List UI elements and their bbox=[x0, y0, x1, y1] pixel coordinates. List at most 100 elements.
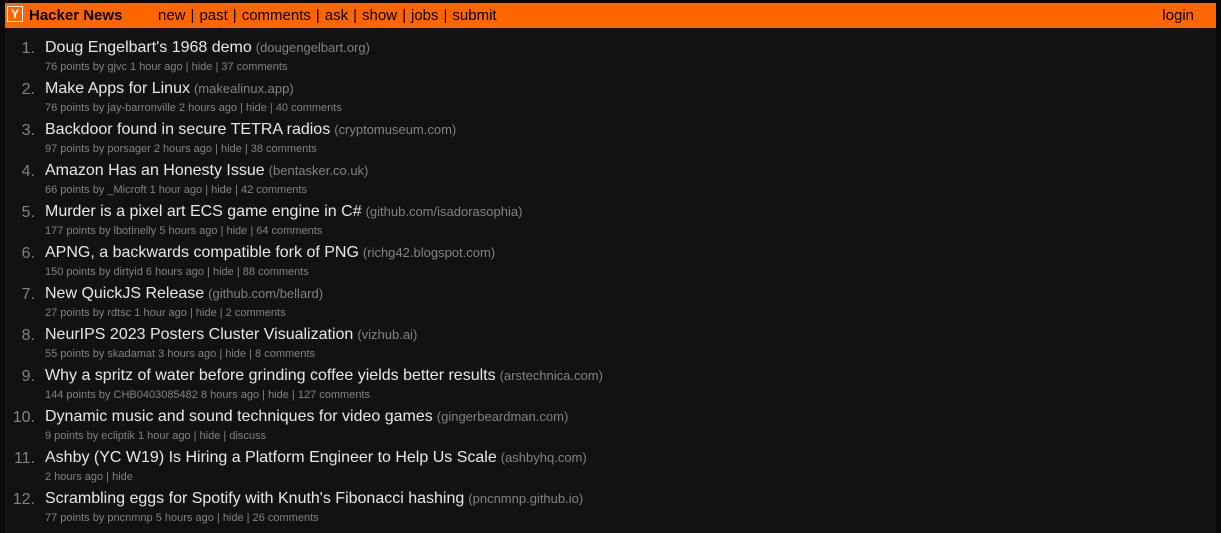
story-by-text: by bbox=[89, 102, 108, 114]
nav-past[interactable]: past bbox=[199, 7, 227, 24]
story-age-link[interactable]: 1 hour ago bbox=[130, 61, 183, 73]
story-comments-link[interactable]: 40 comments bbox=[276, 102, 342, 114]
story-title-link[interactable]: Doug Engelbart's 1968 demo bbox=[45, 39, 252, 56]
story-title-line: Doug Engelbart's 1968 demo (dougengelbart… bbox=[45, 39, 370, 57]
story-title-link[interactable]: NeurIPS 2023 Posters Cluster Visualizati… bbox=[45, 326, 353, 343]
story-hide-link[interactable]: hide bbox=[213, 266, 234, 278]
story-by-text: by bbox=[95, 225, 114, 237]
story-domain-link[interactable]: (richg42.blogspot.com) bbox=[363, 245, 495, 260]
story-domain-link[interactable]: (pncnmnp.github.io) bbox=[468, 491, 583, 506]
nav-comments[interactable]: comments bbox=[242, 7, 311, 24]
story-hide-link[interactable]: hide bbox=[268, 389, 289, 401]
y-logo-icon[interactable]: Y bbox=[7, 6, 23, 22]
nav-separator: | bbox=[232, 7, 237, 24]
story-domain-link[interactable]: (vizhub.ai) bbox=[357, 327, 417, 342]
site-name-link[interactable]: Hacker News bbox=[29, 3, 122, 28]
story-title-link[interactable]: Backdoor found in secure TETRA radios bbox=[45, 121, 330, 138]
story-age-link[interactable]: 5 hours ago bbox=[156, 512, 214, 524]
story-user-link[interactable]: gjvc bbox=[107, 61, 127, 73]
story-comments-link[interactable]: 42 comments bbox=[241, 184, 307, 196]
story-user-link[interactable]: dirtyid bbox=[114, 266, 143, 278]
story-hide-link[interactable]: hide bbox=[200, 430, 221, 442]
story-domain-link[interactable]: (bentasker.co.uk) bbox=[269, 163, 369, 178]
story-domain-link[interactable]: (dougengelbart.org) bbox=[256, 40, 370, 55]
story-title-line: Backdoor found in secure TETRA radios (cr… bbox=[45, 121, 456, 139]
story-title-link[interactable]: Scrambling eggs for Spotify with Knuth's… bbox=[45, 490, 464, 507]
story-user-link[interactable]: _Microft bbox=[107, 184, 146, 196]
story-hide-link[interactable]: hide bbox=[223, 512, 244, 524]
story-rank: 12. bbox=[12, 491, 35, 508]
story-user-link[interactable]: pncnmnp bbox=[107, 512, 152, 524]
story-age-link[interactable]: 2 hours ago bbox=[154, 143, 212, 155]
story-comments-link[interactable]: 37 comments bbox=[221, 61, 287, 73]
story-domain-link[interactable]: (cryptomuseum.com) bbox=[334, 122, 456, 137]
story-domain-link[interactable]: (github.com/isadorasophia) bbox=[366, 204, 523, 219]
story-item: 5. Murder is a pixel art ECS game engine… bbox=[5, 203, 1205, 244]
story-domain-link[interactable]: (makealinux.app) bbox=[194, 81, 294, 96]
story-user-link[interactable]: CHB0403085482 bbox=[114, 389, 198, 401]
story-subtext: 66 points by _Microft 1 hour ago | hide … bbox=[45, 184, 307, 196]
story-title-link[interactable]: Amazon Has an Honesty Issue bbox=[45, 162, 265, 179]
story-rank: 8. bbox=[21, 327, 35, 344]
story-list: 1. Doug Engelbart's 1968 demo (dougengelb… bbox=[5, 39, 1205, 531]
story-age-link[interactable]: 1 hour ago bbox=[150, 184, 203, 196]
story-age-link[interactable]: 1 hour ago bbox=[138, 430, 191, 442]
story-title-link[interactable]: Why a spritz of water before grinding co… bbox=[45, 367, 496, 384]
story-title-link[interactable]: APNG, a backwards compatible fork of PNG bbox=[45, 244, 359, 261]
story-comments-link[interactable]: 88 comments bbox=[243, 266, 309, 278]
story-age-link[interactable]: 2 hours ago bbox=[179, 102, 237, 114]
story-title-link[interactable]: Dynamic music and sound techniques for v… bbox=[45, 408, 433, 425]
story-comments-link[interactable]: 127 comments bbox=[298, 389, 370, 401]
story-points: 27 points bbox=[45, 307, 90, 319]
story-domain-link[interactable]: (github.com/bellard) bbox=[208, 286, 323, 301]
story-age-link[interactable]: 8 hours ago bbox=[201, 389, 259, 401]
story-age-link[interactable]: 6 hours ago bbox=[146, 266, 204, 278]
story-user-link[interactable]: lbotinelly bbox=[114, 225, 157, 237]
story-subtext: 76 points by jay-barronville 2 hours ago… bbox=[45, 102, 342, 114]
story-comments-link[interactable]: 64 comments bbox=[256, 225, 322, 237]
story-user-link[interactable]: ecliptik bbox=[101, 430, 135, 442]
story-hide-link[interactable]: hide bbox=[211, 184, 232, 196]
story-hide-link[interactable]: hide bbox=[112, 471, 133, 483]
story-rank: 1. bbox=[21, 40, 35, 57]
story-user-link[interactable]: skadamat bbox=[107, 348, 155, 360]
story-comments-link[interactable]: 26 comments bbox=[253, 512, 319, 524]
story-age-link[interactable]: 2 hours ago bbox=[45, 471, 103, 483]
story-title-link[interactable]: Ashby (YC W19) Is Hiring a Platform Engi… bbox=[45, 449, 497, 466]
story-hide-link[interactable]: hide bbox=[221, 143, 242, 155]
story-hide-link[interactable]: hide bbox=[226, 225, 247, 237]
story-age-link[interactable]: 5 hours ago bbox=[159, 225, 217, 237]
story-age-link[interactable]: 1 hour ago bbox=[134, 307, 187, 319]
story-comments-link[interactable]: discuss bbox=[229, 430, 266, 442]
story-separator: | bbox=[247, 225, 257, 237]
story-title-line: New QuickJS Release (github.com/bellard) bbox=[45, 285, 323, 303]
nav-ask[interactable]: ask bbox=[325, 7, 348, 24]
story-domain-link[interactable]: (arstechnica.com) bbox=[500, 368, 603, 383]
story-rank: 2. bbox=[21, 81, 35, 98]
story-comments-link[interactable]: 38 comments bbox=[251, 143, 317, 155]
story-title-link[interactable]: New QuickJS Release bbox=[45, 285, 204, 302]
story-user-link[interactable]: rdtsc bbox=[107, 307, 131, 319]
story-item: 6. APNG, a backwards compatible fork of … bbox=[5, 244, 1205, 285]
story-hide-link[interactable]: hide bbox=[196, 307, 217, 319]
story-points: 144 points bbox=[45, 389, 96, 401]
story-domain-link[interactable]: (ashbyhq.com) bbox=[501, 450, 587, 465]
story-by-text: by bbox=[89, 348, 108, 360]
nav-show[interactable]: show bbox=[362, 7, 397, 24]
nav-new[interactable]: new bbox=[158, 7, 186, 24]
story-points: 55 points bbox=[45, 348, 90, 360]
story-comments-link[interactable]: 2 comments bbox=[226, 307, 286, 319]
story-hide-link[interactable]: hide bbox=[225, 348, 246, 360]
story-comments-link[interactable]: 8 comments bbox=[255, 348, 315, 360]
story-hide-link[interactable]: hide bbox=[246, 102, 267, 114]
story-hide-link[interactable]: hide bbox=[192, 61, 213, 73]
nav-submit[interactable]: submit bbox=[452, 7, 496, 24]
login-link[interactable]: login bbox=[1162, 3, 1194, 28]
story-user-link[interactable]: jay-barronville bbox=[107, 102, 175, 114]
story-title-link[interactable]: Make Apps for Linux bbox=[45, 80, 190, 97]
story-domain-link[interactable]: (gingerbeardman.com) bbox=[437, 409, 569, 424]
story-age-link[interactable]: 3 hours ago bbox=[158, 348, 216, 360]
nav-jobs[interactable]: jobs bbox=[411, 7, 439, 24]
story-user-link[interactable]: porsager bbox=[107, 143, 150, 155]
story-title-link[interactable]: Murder is a pixel art ECS game engine in… bbox=[45, 203, 362, 220]
